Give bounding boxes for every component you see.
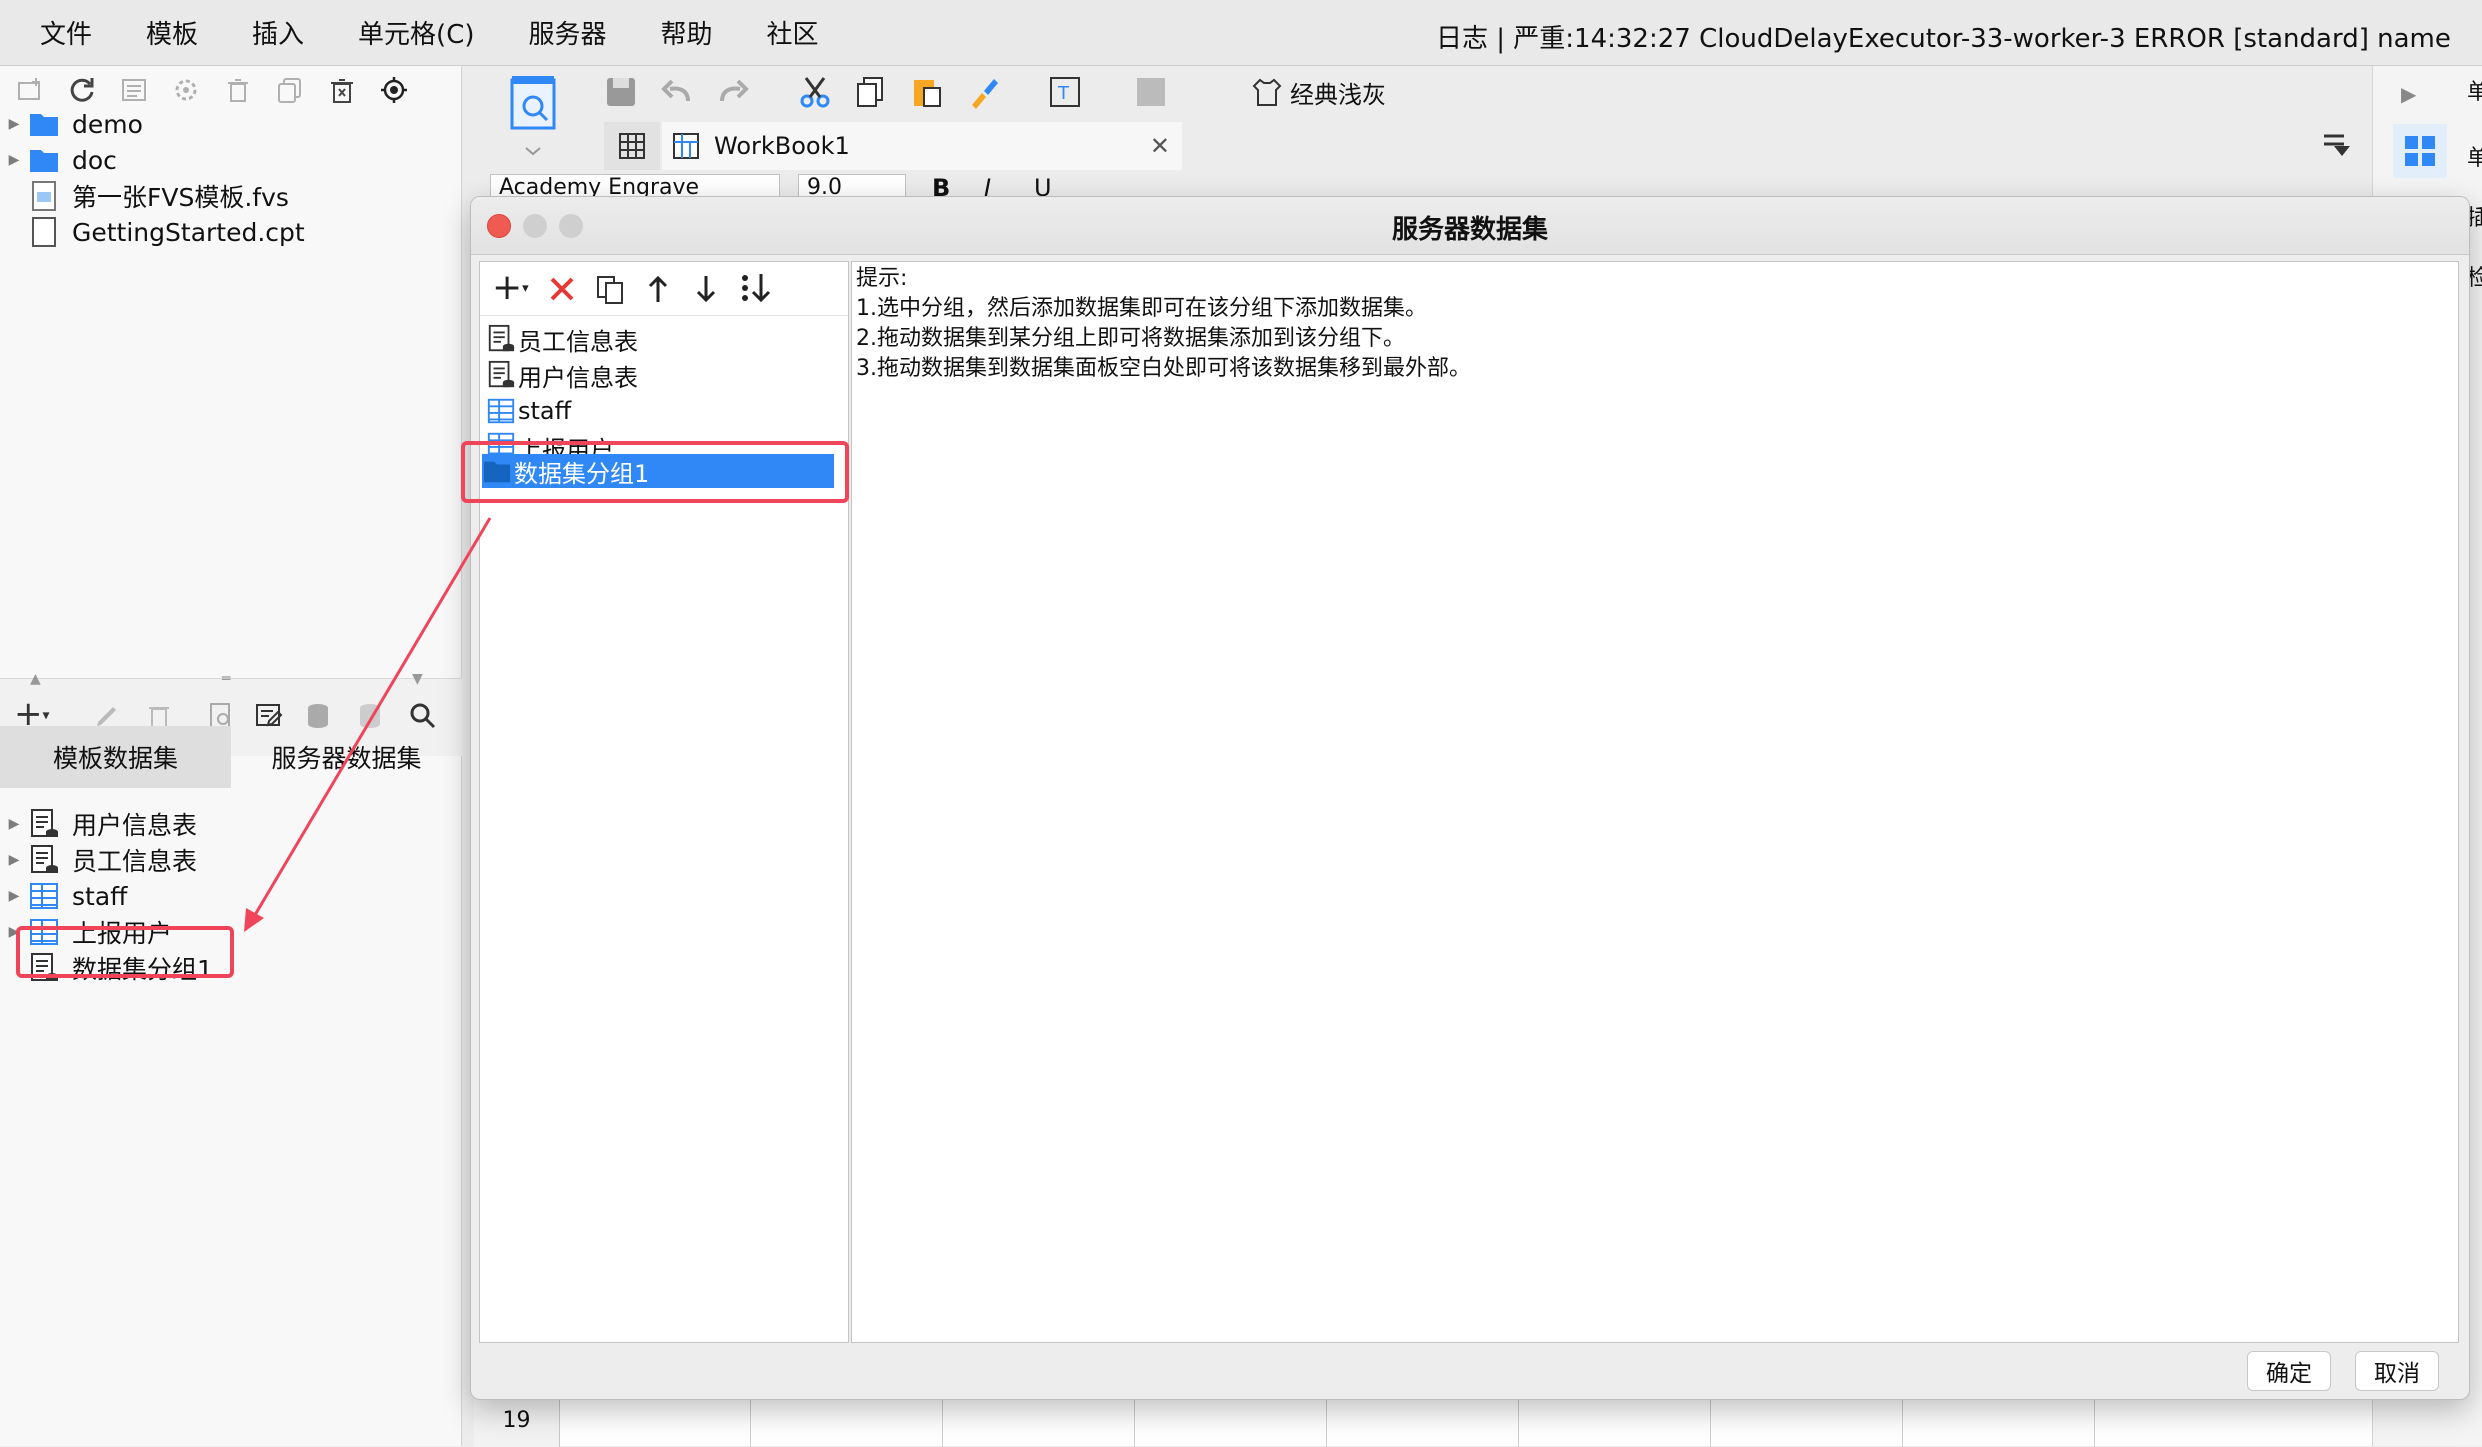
annotation-arrow bbox=[244, 517, 492, 932]
